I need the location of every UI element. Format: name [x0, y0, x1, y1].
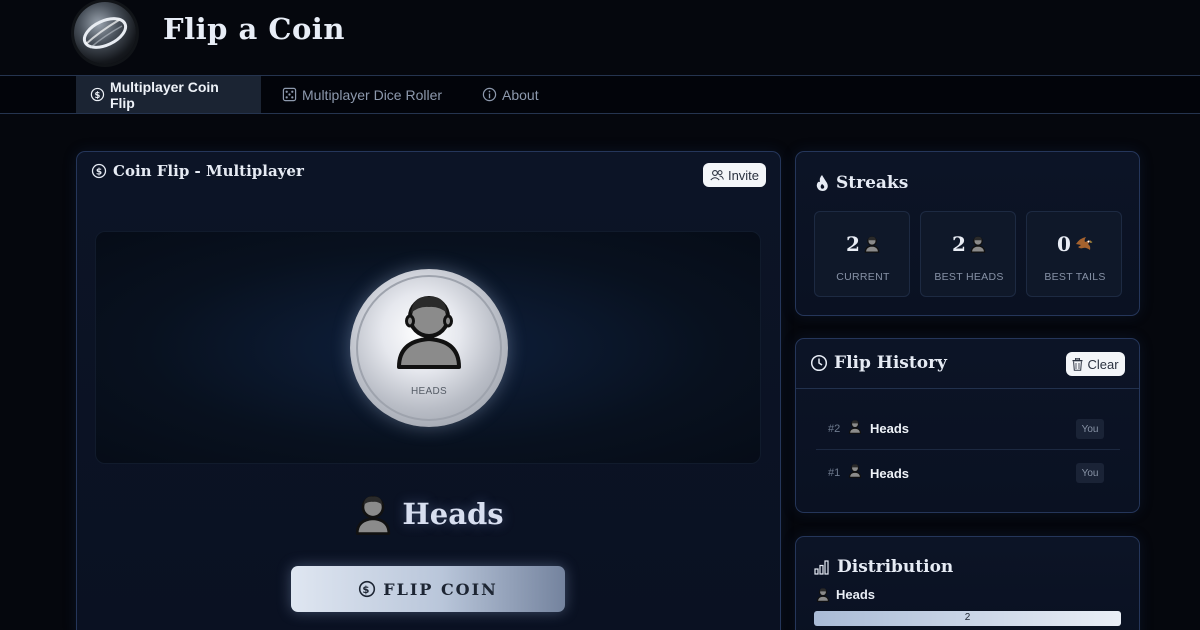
trash-icon	[1072, 357, 1083, 371]
heads-person-icon	[864, 236, 880, 253]
main-nav: $ Multiplayer Coin Flip Multiplayer Dice…	[0, 76, 1200, 114]
flip-result: Heads	[870, 421, 910, 436]
stat-label: BEST TAILS	[1044, 271, 1106, 283]
coin-logo-icon[interactable]	[74, 2, 136, 64]
tab-multiplayer-dice-roller[interactable]: Multiplayer Dice Roller	[268, 76, 456, 113]
user-badge: You	[1076, 463, 1104, 483]
distribution-row: Heads	[816, 587, 875, 602]
app-header: Flip a Coin	[0, 0, 1200, 76]
tab-label: Multiplayer Coin Flip	[109, 78, 219, 111]
dice-icon	[282, 87, 297, 102]
invite-label: Invite	[727, 167, 760, 183]
heads-person-icon	[816, 588, 830, 602]
history-row: #2 Heads You	[816, 408, 1120, 450]
streaks-header: Streaks	[814, 173, 908, 193]
clock-icon	[810, 354, 828, 372]
tab-label: Multiplayer Dice Roller	[302, 86, 443, 103]
tab-multiplayer-coin-flip[interactable]: $ Multiplayer Coin Flip	[76, 76, 261, 113]
distribution-value: 2	[964, 612, 971, 623]
tab-label: About	[502, 86, 539, 103]
clear-history-button[interactable]: Clear	[1066, 352, 1125, 376]
stat-card-best-tails: 0 BEST TAILS	[1026, 211, 1122, 297]
heads-person-icon	[356, 495, 391, 535]
user-badge: You	[1076, 419, 1104, 439]
coin-icon: $	[359, 580, 376, 598]
heads-person-icon	[848, 464, 862, 478]
clear-label: Clear	[1087, 356, 1119, 372]
heads-person-icon	[848, 419, 862, 434]
stat-value: 2	[952, 232, 966, 256]
info-icon	[482, 87, 497, 102]
distribution-label: Heads	[836, 587, 876, 602]
coin-flip-panel: $ Coin Flip - Multiplayer Invite HEADS H…	[76, 151, 781, 630]
coin[interactable]: HEADS	[350, 269, 508, 427]
panel-title: Coin Flip - Multiplayer	[113, 162, 304, 180]
flip-number: #2	[828, 422, 841, 435]
face-icon-wrap	[848, 463, 870, 483]
stat-value-row: 2	[815, 232, 911, 256]
result-text: Heads	[402, 497, 504, 531]
stat-label: BEST HEADS	[934, 271, 1004, 283]
stat-value: 2	[846, 232, 860, 256]
history-header: Flip History	[810, 353, 947, 373]
history-row: #1 Heads You	[816, 452, 1120, 494]
distribution-header: Distribution	[814, 557, 953, 577]
flip-coin-label: FLIP COIN	[383, 579, 498, 599]
svg-text:$: $	[96, 168, 102, 178]
fire-icon	[816, 175, 828, 191]
app-title: Flip a Coin	[163, 12, 345, 46]
history-title: Flip History	[834, 353, 947, 373]
svg-text:$: $	[95, 90, 101, 100]
flip-number: #1	[828, 467, 841, 479]
distribution-title: Distribution	[837, 557, 954, 577]
users-icon	[710, 170, 724, 181]
heads-person-icon	[970, 236, 986, 253]
coin-face-label: HEADS	[411, 386, 447, 397]
coin-icon: $	[90, 87, 105, 102]
flip-history-panel: Flip History Clear #2 Heads You #1 Heads…	[795, 338, 1140, 513]
distribution-panel: Distribution Heads 2	[795, 536, 1140, 630]
streaks-title: Streaks	[836, 173, 909, 193]
stat-value-row: 2	[921, 232, 1017, 256]
streaks-panel: Streaks 2 CURRENT 2 BEST HEADS 0 BEST TA…	[795, 151, 1140, 316]
stat-label: CURRENT	[836, 271, 890, 283]
divider	[796, 388, 1139, 389]
distribution-bar: 2	[814, 611, 1121, 626]
coin-icon: $	[91, 163, 107, 179]
heads-person-icon	[397, 296, 461, 369]
result-display: Heads	[77, 492, 781, 536]
coin-stage: HEADS	[95, 231, 761, 464]
flip-result: Heads	[870, 465, 910, 481]
face-icon-wrap	[848, 419, 870, 439]
svg-text:$: $	[363, 585, 372, 596]
stat-card-best-heads: 2 BEST HEADS	[920, 211, 1016, 297]
stat-value: 0	[1057, 232, 1071, 256]
flip-coin-button[interactable]: $ FLIP COIN	[291, 566, 565, 612]
tab-about[interactable]: About	[468, 76, 553, 113]
stat-card-current: 2 CURRENT	[814, 211, 910, 297]
bar-chart-icon	[814, 560, 829, 575]
eagle-icon	[1075, 237, 1093, 250]
invite-button[interactable]: Invite	[703, 163, 766, 187]
stat-value-row: 0	[1027, 232, 1123, 256]
panel-header: $ Coin Flip - Multiplayer	[91, 162, 304, 180]
